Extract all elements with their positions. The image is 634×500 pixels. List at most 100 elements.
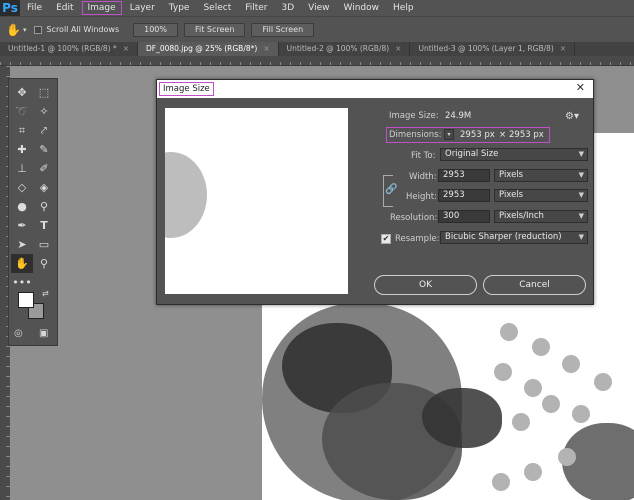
resolution-unit-select[interactable]: Pixels/Inch ▼ bbox=[494, 210, 588, 223]
history-brush-tool-icon[interactable]: ✐ bbox=[33, 159, 55, 178]
chevron-down-icon: ▼ bbox=[578, 171, 584, 179]
chevron-down-icon[interactable]: ▾ bbox=[444, 129, 454, 140]
fit-to-value: Original Size bbox=[445, 149, 499, 159]
polka-dot bbox=[494, 363, 512, 381]
image-size-value: 24.9M bbox=[445, 111, 472, 121]
close-icon[interactable]: × bbox=[263, 44, 269, 53]
chevron-down-icon: ▼ bbox=[578, 150, 584, 158]
polka-dot bbox=[524, 379, 542, 397]
marquee-tool-icon[interactable]: ⬚ bbox=[33, 83, 55, 102]
pen-tool-icon[interactable]: ✒ bbox=[11, 216, 33, 235]
close-icon[interactable]: × bbox=[123, 44, 129, 53]
width-input[interactable]: 2953 bbox=[438, 169, 490, 182]
link-icon[interactable]: 🔗 bbox=[385, 184, 397, 195]
polka-dot bbox=[492, 473, 510, 491]
resample-checkbox[interactable]: ✔ bbox=[381, 234, 391, 244]
screen-mode-icon[interactable]: ▣ bbox=[39, 328, 48, 339]
fit-screen-button[interactable]: Fit Screen bbox=[184, 22, 246, 37]
hand-icon[interactable]: ✋ bbox=[6, 23, 21, 37]
zoom-tool-icon[interactable]: ⚲ bbox=[33, 254, 55, 273]
gear-icon[interactable]: ⚙▾ bbox=[565, 111, 579, 122]
photoshop-logo: Ps bbox=[0, 0, 20, 16]
polka-dot bbox=[594, 373, 612, 391]
close-icon[interactable]: × bbox=[560, 44, 566, 53]
menu-layer[interactable]: Layer bbox=[123, 0, 162, 16]
chevron-down-icon: ▼ bbox=[578, 191, 584, 199]
move-tool-icon[interactable]: ✥ bbox=[11, 83, 33, 102]
checkbox-box[interactable] bbox=[34, 25, 43, 34]
height-unit-select[interactable]: Pixels ▼ bbox=[494, 189, 588, 202]
scroll-all-windows-checkbox[interactable]: Scroll All Windows bbox=[34, 25, 119, 34]
fit-to-label: Fit To: bbox=[411, 151, 436, 161]
foreground-color-swatch[interactable] bbox=[18, 292, 34, 308]
polka-dot bbox=[562, 355, 580, 373]
type-tool-icon[interactable]: T bbox=[33, 216, 55, 235]
ruler-horizontal[interactable] bbox=[0, 56, 634, 66]
menu-edit[interactable]: Edit bbox=[49, 0, 80, 16]
chevron-down-icon: ▼ bbox=[578, 212, 584, 220]
paint-bucket-tool-icon[interactable]: ◈ bbox=[33, 178, 55, 197]
menu-image[interactable]: Image bbox=[81, 0, 123, 16]
menu-3d[interactable]: 3D bbox=[275, 0, 302, 16]
eyedropper-tool-icon[interactable]: ⤤ bbox=[33, 121, 55, 140]
scroll-all-windows-label: Scroll All Windows bbox=[46, 25, 120, 34]
resolution-label: Resolution: bbox=[390, 213, 438, 223]
width-unit-select[interactable]: Pixels ▼ bbox=[494, 169, 588, 182]
close-icon[interactable]: ✕ bbox=[576, 81, 585, 94]
more-tools-icon[interactable]: ••• bbox=[11, 273, 33, 292]
chevron-down-icon[interactable]: ▾ bbox=[23, 26, 27, 34]
tab-df-0080[interactable]: DF_0080.jpg @ 25% (RGB/8*) × bbox=[138, 42, 279, 56]
polka-dot bbox=[542, 395, 560, 413]
menu-bar: Ps File Edit Image Layer Type Select Fil… bbox=[0, 0, 634, 16]
menu-view[interactable]: View bbox=[301, 0, 336, 16]
polka-dot bbox=[532, 338, 550, 356]
eraser-tool-icon[interactable]: ◇ bbox=[11, 178, 33, 197]
resolution-input[interactable]: 300 bbox=[438, 210, 490, 223]
stamp-tool-icon[interactable]: ⊥ bbox=[11, 159, 33, 178]
resample-select[interactable]: Bicubic Sharper (reduction) ▼ bbox=[440, 231, 588, 244]
menu-window[interactable]: Window bbox=[337, 0, 387, 16]
document-tabs: Untitled-1 @ 100% (RGB/8) * × DF_0080.jpg… bbox=[0, 42, 634, 56]
dimensions-height: 2953 px bbox=[509, 130, 544, 140]
menu-select[interactable]: Select bbox=[196, 0, 238, 16]
lasso-tool-icon[interactable]: ➰ bbox=[11, 102, 33, 121]
image-size-label: Image Size: bbox=[389, 111, 439, 121]
dodge-tool-icon[interactable]: ⚲ bbox=[33, 197, 55, 216]
magic-wand-tool-icon[interactable]: ✧ bbox=[33, 102, 55, 121]
crop-tool-icon[interactable]: ⌗ bbox=[11, 121, 33, 140]
dialog-title: Image Size bbox=[159, 82, 214, 96]
fit-to-select[interactable]: Original Size ▼ bbox=[440, 148, 588, 161]
blur-tool-icon[interactable]: ● bbox=[11, 197, 33, 216]
rectangle-tool-icon[interactable]: ▭ bbox=[33, 235, 55, 254]
healing-brush-tool-icon[interactable]: ✚ bbox=[11, 140, 33, 159]
zoom-100-button[interactable]: 100% bbox=[133, 22, 178, 37]
menu-help[interactable]: Help bbox=[386, 0, 421, 16]
chevron-down-icon: ▼ bbox=[578, 233, 584, 241]
quick-mask-icon[interactable]: ◎ bbox=[14, 328, 23, 339]
dialog-titlebar[interactable]: Image Size ✕ bbox=[157, 80, 593, 98]
tab-untitled-3[interactable]: Untitled-3 @ 100% (Layer 1, RGB/8) × bbox=[410, 42, 576, 56]
flower-artwork bbox=[422, 388, 502, 448]
resample-value: Bicubic Sharper (reduction) bbox=[445, 232, 562, 242]
tab-untitled-1[interactable]: Untitled-1 @ 100% (RGB/8) * × bbox=[0, 42, 138, 56]
swap-colors-icon[interactable]: ⇄ bbox=[42, 289, 49, 298]
ok-button[interactable]: OK bbox=[374, 275, 477, 295]
height-input[interactable]: 2953 bbox=[438, 189, 490, 202]
cancel-button[interactable]: Cancel bbox=[483, 275, 586, 295]
hand-tool-icon[interactable]: ✋ bbox=[11, 254, 33, 273]
image-preview[interactable] bbox=[165, 108, 348, 294]
polka-dot bbox=[572, 405, 590, 423]
preview-circle bbox=[165, 152, 207, 238]
menu-type[interactable]: Type bbox=[162, 0, 197, 16]
polka-dot bbox=[512, 413, 530, 431]
menu-file[interactable]: File bbox=[20, 0, 49, 16]
tab-untitled-2[interactable]: Untitled-2 @ 100% (RGB/8) × bbox=[279, 42, 411, 56]
close-icon[interactable]: × bbox=[395, 44, 401, 53]
height-unit-value: Pixels bbox=[499, 190, 524, 200]
menu-filter[interactable]: Filter bbox=[238, 0, 274, 16]
height-label: Height: bbox=[406, 192, 437, 202]
brush-tool-icon[interactable]: ✎ bbox=[33, 140, 55, 159]
fill-screen-button[interactable]: Fill Screen bbox=[251, 22, 315, 37]
resample-label: Resample: bbox=[395, 234, 440, 244]
path-selection-tool-icon[interactable]: ➤ bbox=[11, 235, 33, 254]
